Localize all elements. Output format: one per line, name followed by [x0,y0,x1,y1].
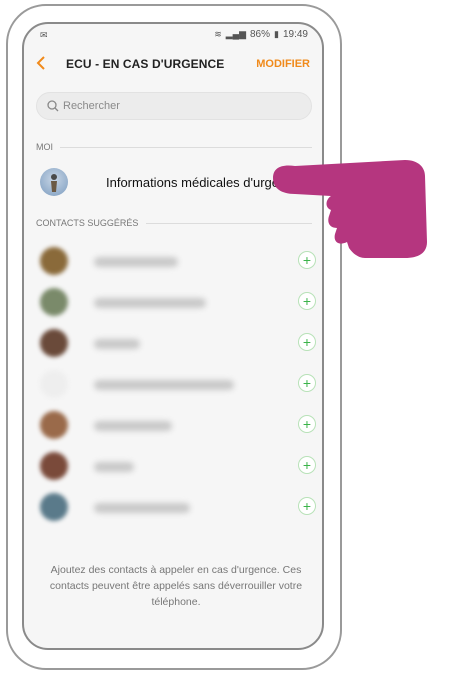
add-contact-button[interactable]: + [298,374,316,392]
status-bar: ✉ ≋ ▂▄▆ 86% ▮ 19:49 [24,24,322,46]
contact-name [94,462,134,472]
add-contact-button[interactable]: + [298,415,316,433]
list-item[interactable]: + [36,490,316,526]
avatar [40,452,68,480]
battery-icon: ▮ [274,29,279,39]
list-item[interactable]: + [36,408,316,444]
add-contact-button[interactable]: + [298,333,316,351]
phone-screen: ✉ ≋ ▂▄▆ 86% ▮ 19:49 ECU - EN CAS D'URGEN… [22,22,324,650]
app-bar: ECU - EN CAS D'URGENCE MODIFIER [24,52,322,78]
avatar [40,329,68,357]
avatar [40,168,68,196]
contact-name [94,339,140,349]
contact-name [94,257,178,267]
search-icon [47,99,59,112]
signal-icon: ▂▄▆ [225,29,246,39]
battery-percent: 86% [250,29,271,40]
contact-name [94,380,234,390]
avatar [40,411,68,439]
page-title: ECU - EN CAS D'URGENCE [66,57,225,71]
search-input[interactable]: Rechercher [63,100,120,112]
avatar [40,493,68,521]
clock: 19:49 [282,29,308,40]
wifi-icon: ≋ [214,29,222,39]
contact-name [94,298,206,308]
list-item[interactable]: + [36,326,316,362]
add-contact-button[interactable]: + [298,456,316,474]
avatar [40,247,68,275]
chevron-left-icon[interactable] [36,55,46,76]
search-bar[interactable]: Rechercher [36,92,312,120]
avatar [40,370,68,398]
pointing-hand-icon [255,130,463,275]
add-contact-button[interactable]: + [298,497,316,515]
footer-note: Ajoutez des contacts à appeler en cas d'… [49,564,303,608]
notification-icon: ✉ [40,30,48,40]
list-item[interactable]: + [36,449,316,485]
list-item[interactable]: + [36,285,316,321]
contact-name [94,421,172,431]
section-me-label: MOI [36,142,53,152]
avatar [40,288,68,316]
add-contact-button[interactable]: + [298,292,316,310]
section-suggested-label: CONTACTS SUGGÉRÉS [36,218,139,228]
modify-button[interactable]: MODIFIER [256,58,310,70]
list-item[interactable]: + [36,367,316,403]
contact-name [94,503,190,513]
